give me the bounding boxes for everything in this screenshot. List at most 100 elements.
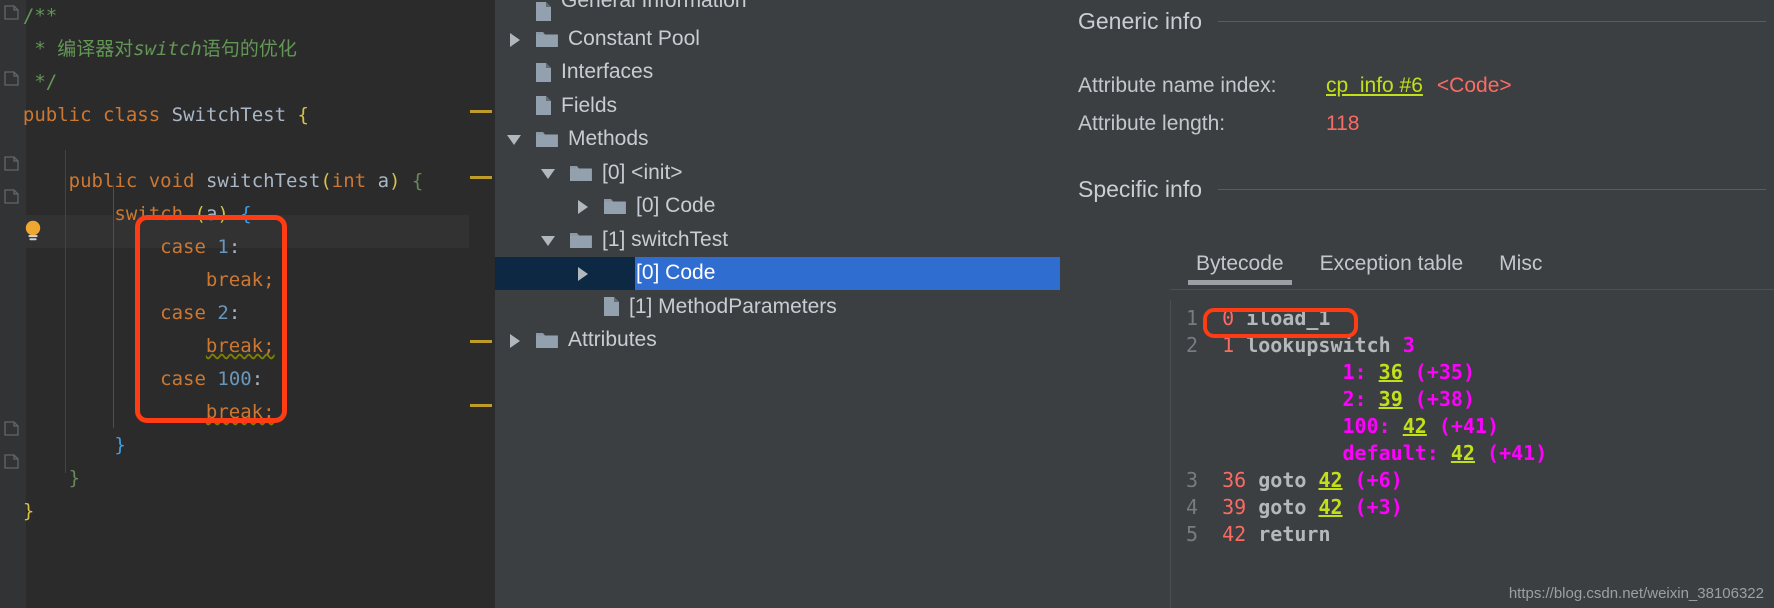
bytecode-operand: (+3) xyxy=(1354,495,1403,519)
tree-item-fields[interactable]: Fields xyxy=(495,89,1060,123)
specific-info-tabs[interactable]: Bytecode Exception table Misc xyxy=(1060,243,1774,285)
bytecode-line[interactable]: default: 42 (+41) xyxy=(1178,440,1548,467)
cp-info-link[interactable]: cp_info #6 xyxy=(1326,74,1423,98)
bytecode-line-number: 3 xyxy=(1185,468,1198,492)
tab-exception-table[interactable]: Exception table xyxy=(1302,252,1482,285)
editor-marker-strip[interactable] xyxy=(469,0,495,608)
tree-item-0-code[interactable]: [0] Code xyxy=(495,190,1060,224)
chevron-right-icon[interactable] xyxy=(507,31,523,47)
tree-item-label: Interfaces xyxy=(561,60,654,84)
chevron-down-icon[interactable] xyxy=(541,165,557,181)
bytecode-listing[interactable]: 1 0 iload_1 2 1 lookupswitch 3 1: 36 (+35… xyxy=(1178,305,1547,548)
code-line[interactable]: case 2: xyxy=(0,297,423,330)
bytecode-offset: 36 xyxy=(1222,468,1247,492)
tree-item-interfaces[interactable]: Interfaces xyxy=(495,56,1060,90)
code-line[interactable]: break; xyxy=(0,264,423,297)
chevron-down-icon[interactable] xyxy=(541,232,557,248)
code-line[interactable] xyxy=(0,132,423,165)
bytecode-target-link[interactable]: 42 xyxy=(1318,495,1342,519)
chevron-right-icon[interactable] xyxy=(575,265,591,282)
code-token: { xyxy=(411,170,424,192)
code-line[interactable]: * 编译器对switch语句的优化 xyxy=(0,33,423,66)
code-token: a xyxy=(366,170,390,192)
code-editor-pane[interactable]: /** * 编译器对switch语句的优化 */ public class Sw… xyxy=(0,0,495,608)
tree-item-methods[interactable]: Methods xyxy=(495,123,1060,157)
class-structure-tree[interactable]: General Information Constant Pool Interfac… xyxy=(495,0,1060,608)
code-line[interactable]: } xyxy=(0,495,423,528)
code-token: 1 xyxy=(217,236,229,258)
folder-icon xyxy=(569,163,602,183)
tab-misc[interactable]: Misc xyxy=(1481,252,1560,285)
tree-item-constant-pool[interactable]: Constant Pool xyxy=(495,22,1060,56)
code-line[interactable]: case 100: xyxy=(0,363,423,396)
code-line[interactable]: break; xyxy=(0,396,423,429)
tab-bytecode[interactable]: Bytecode xyxy=(1178,252,1302,285)
bytecode-operand: default: xyxy=(1342,441,1439,465)
code-token: a xyxy=(205,203,218,225)
code-line[interactable]: public class SwitchTest { xyxy=(0,99,423,132)
bytecode-line[interactable]: 5 42 return xyxy=(1178,521,1547,548)
bytecode-operand: (+35) xyxy=(1414,360,1476,384)
bytecode-target-link[interactable]: 36 xyxy=(1379,360,1403,384)
code-token: switch xyxy=(114,203,184,225)
code-token: ) xyxy=(389,170,401,192)
bytecode-line-number: 5 xyxy=(1185,522,1198,546)
bytecode-offset: 39 xyxy=(1222,495,1247,519)
generic-info-rule xyxy=(1218,21,1766,22)
bytecode-offset: 1 xyxy=(1222,333,1235,357)
code-text[interactable]: /** * 编译器对switch语句的优化 */ public class Sw… xyxy=(0,0,423,528)
bytecode-line[interactable]: 2 1 lookupswitch 3 xyxy=(1178,332,1547,359)
code-token: case xyxy=(160,368,206,390)
code-line[interactable]: case 1: xyxy=(0,231,423,264)
bytecode-line[interactable]: 4 39 goto 42 (+3) xyxy=(1178,494,1547,521)
attribute-detail-pane: Generic info Attribute name index: cp_in… xyxy=(1060,0,1774,608)
code-line[interactable]: break; xyxy=(0,330,423,363)
folder-icon xyxy=(535,29,568,49)
tree-item-0-init[interactable]: [0] <init> xyxy=(495,156,1060,190)
bytecode-line[interactable]: 2: 39 (+38) xyxy=(1178,386,1547,413)
code-token: case xyxy=(160,236,206,258)
attribute-name-index-label: Attribute name index: xyxy=(1078,74,1277,97)
code-token: ( xyxy=(194,203,206,225)
bytecode-line[interactable]: 1 0 iload_1 xyxy=(1178,305,1547,332)
bytecode-target-link[interactable]: 42 xyxy=(1318,468,1342,492)
code-token: /** xyxy=(22,5,58,27)
bytecode-line[interactable]: 3 36 goto 42 (+6) xyxy=(1178,467,1547,494)
bytecode-target-link[interactable]: 42 xyxy=(1451,441,1475,465)
code-token: : xyxy=(251,368,264,390)
bytecode-line[interactable]: 100: 42 (+41) xyxy=(1178,413,1547,440)
code-line[interactable]: } xyxy=(0,462,423,495)
selection-left-band xyxy=(495,256,635,290)
tree-item-1-methodparameters[interactable]: [1] MethodParameters xyxy=(495,290,1060,324)
code-line[interactable]: } xyxy=(0,429,423,462)
chevron-right-icon[interactable] xyxy=(575,198,591,215)
code-token: 语句的优化 xyxy=(201,38,297,60)
bytecode-target-link[interactable]: 39 xyxy=(1379,387,1403,411)
chevron-down-icon[interactable] xyxy=(507,131,523,147)
bytecode-mnemonic: return xyxy=(1258,522,1331,546)
code-line[interactable]: /** xyxy=(0,0,423,33)
bytecode-line[interactable]: 1: 36 (+35) xyxy=(1178,359,1547,386)
tree-item-attributes[interactable]: Attributes xyxy=(495,324,1060,358)
tree-item-general-information[interactable]: General Information xyxy=(495,0,1060,22)
code-line[interactable]: public void switchTest(int a) { xyxy=(0,165,424,198)
code-line[interactable]: switch (a) { xyxy=(0,198,423,231)
tree-item-1-switchtest[interactable]: [1] switchTest xyxy=(495,223,1060,257)
code-token: 编译器对 xyxy=(57,38,134,60)
bytecode-target-link[interactable]: 42 xyxy=(1403,414,1427,438)
tree-item-label: General Information xyxy=(561,0,747,12)
bytecode-table-indent xyxy=(1222,441,1342,465)
tree-item-label: Fields xyxy=(561,93,618,117)
chevron-right-icon[interactable] xyxy=(507,332,523,349)
tree-item-0-code[interactable]: [0] Code xyxy=(495,256,1060,290)
code-token: : xyxy=(228,302,241,324)
code-line[interactable]: */ xyxy=(0,66,423,99)
